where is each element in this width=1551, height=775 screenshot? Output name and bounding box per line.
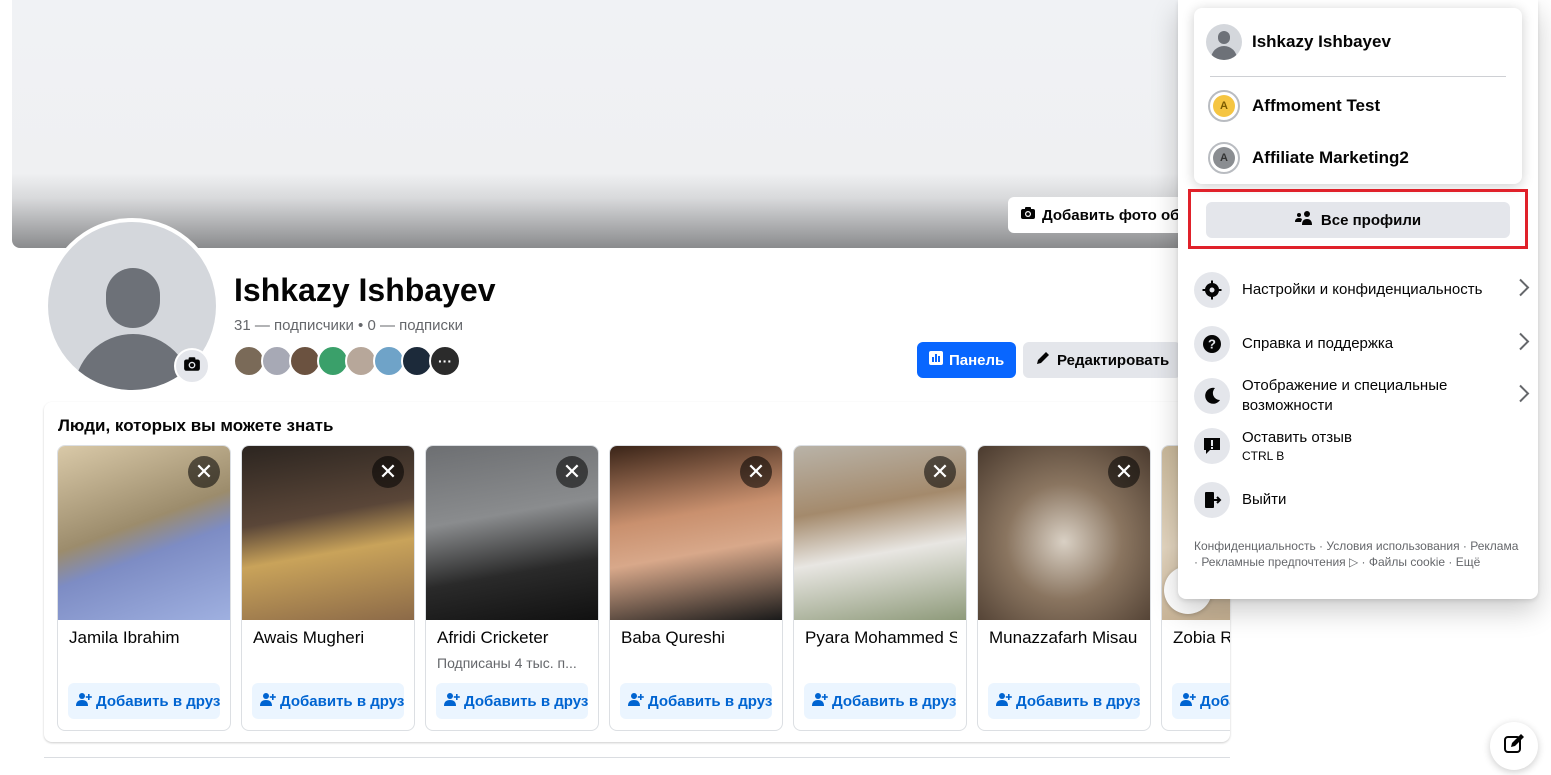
account-name: Affmoment Test xyxy=(1252,96,1381,115)
profile-stats[interactable]: 31 — подписчики • 0 — подписки xyxy=(234,317,463,334)
menu-item-label: Выйти xyxy=(1242,491,1287,508)
menu-item-logout[interactable]: Выйти xyxy=(1194,482,1530,518)
person-name[interactable]: Jamila Ibrahim xyxy=(69,628,221,648)
add-friend-label: Добавить в друз... xyxy=(96,692,220,710)
add-friend-label: Добавить в друз... xyxy=(280,692,404,710)
dashboard-label: Панель xyxy=(949,351,1005,369)
person-name[interactable]: Baba Qureshi xyxy=(621,628,773,648)
new-message-button[interactable] xyxy=(1490,722,1538,770)
edit-profile-button[interactable]: Редактировать xyxy=(1023,342,1182,378)
close-icon[interactable]: ✕ xyxy=(1108,456,1140,488)
add-friend-icon xyxy=(260,691,276,711)
menu-item-label: Оставить отзыв xyxy=(1242,429,1352,446)
add-friend-button[interactable]: Добавить в друз... xyxy=(988,683,1140,719)
close-icon[interactable]: ✕ xyxy=(924,456,956,488)
person-name[interactable]: Pyara Mohammed S xyxy=(805,628,957,648)
account-item-main[interactable]: Ishkazy Ishbayev xyxy=(1206,24,1391,60)
all-profiles-button[interactable]: Все профили xyxy=(1206,202,1510,238)
question-icon: ? xyxy=(1194,326,1230,362)
add-friend-button[interactable]: Добавить в друз... xyxy=(68,683,220,719)
add-friend-icon xyxy=(812,691,828,711)
close-icon[interactable]: ✕ xyxy=(556,456,588,488)
person-card[interactable]: ✕ Munazzafarh Misau Добавить в друз... xyxy=(977,445,1151,731)
menu-item-label: Настройки и конфиденциальность xyxy=(1242,281,1483,298)
menu-item-label: Отображение и специальные возможности xyxy=(1242,377,1448,414)
person-name[interactable]: Afridi Cricketer xyxy=(437,628,589,648)
account-name: Affiliate Marketing2 xyxy=(1252,148,1409,167)
chevron-right-icon xyxy=(1518,384,1530,409)
person-card[interactable]: ✕ Awais Mugheri Добавить в друз... xyxy=(241,445,415,731)
person-card[interactable]: ✕ Baba Qureshi Добавить в друз... xyxy=(609,445,783,731)
page-avatar-icon: A xyxy=(1208,142,1240,174)
footer-links[interactable]: Конфиденциальность · Условия использован… xyxy=(1194,538,1524,570)
chevron-right-icon xyxy=(1518,278,1530,303)
compose-icon xyxy=(1503,733,1525,760)
person-card[interactable]: ✕ Pyara Mohammed S Добавить в друз... xyxy=(793,445,967,731)
pencil-icon xyxy=(1035,350,1051,370)
add-cover-photo-button[interactable]: Добавить фото обл xyxy=(1008,197,1188,233)
menu-item-help[interactable]: ? Справка и поддержка xyxy=(1194,326,1530,362)
menu-item-feedback[interactable]: Оставить отзыв CTRL B xyxy=(1194,428,1530,464)
account-item-affmoment[interactable]: A Affmoment Test xyxy=(1206,90,1380,122)
close-icon[interactable]: ✕ xyxy=(188,456,220,488)
more-friends-icon[interactable]: ··· xyxy=(429,345,461,377)
dashboard-button[interactable]: Панель xyxy=(917,342,1017,378)
gear-icon xyxy=(1194,272,1230,308)
person-card[interactable]: ✕ Afridi Cricketer Подписаны 4 тыс. п...… xyxy=(425,445,599,731)
add-friend-button[interactable]: Добавить в друз... xyxy=(804,683,956,719)
feedback-icon xyxy=(1194,428,1230,464)
person-card[interactable]: ✕ Jamila Ibrahim Добавить в друз... xyxy=(57,445,231,731)
add-friend-button[interactable]: Доба xyxy=(1172,683,1230,719)
divider xyxy=(1210,76,1506,77)
menu-item-display[interactable]: Отображение и специальные возможности xyxy=(1194,376,1530,416)
person-name[interactable]: Munazzafarh Misau xyxy=(989,628,1141,648)
menu-item-label-wrap: Оставить отзыв CTRL B xyxy=(1242,428,1492,464)
add-friend-label: Добавить в друз... xyxy=(1016,692,1140,710)
chevron-right-icon xyxy=(1518,332,1530,357)
person-meta: Подписаны 4 тыс. п... xyxy=(437,655,577,671)
edit-profile-label: Редактировать xyxy=(1057,351,1170,369)
add-friend-button[interactable]: Добавить в друз... xyxy=(620,683,772,719)
people-you-may-know: Люди, которых вы можете знать ✕ Jamila I… xyxy=(44,402,1230,742)
camera-icon xyxy=(183,355,201,378)
add-friend-label: Добавить в друз... xyxy=(464,692,588,710)
all-profiles-label: Все профили xyxy=(1320,211,1422,229)
pymk-title: Люди, которых вы можете знать xyxy=(58,416,334,435)
add-friend-button[interactable]: Добавить в друз... xyxy=(436,683,588,719)
friends-avatars[interactable]: ··· xyxy=(233,345,461,377)
add-friend-label: Добавить в друз... xyxy=(648,692,772,710)
close-icon[interactable]: ✕ xyxy=(372,456,404,488)
add-friend-icon xyxy=(444,691,460,711)
add-cover-photo-label: Добавить фото обл xyxy=(1042,206,1188,224)
account-menu: Ishkazy Ishbayev A Affmoment Test A Affi… xyxy=(1178,0,1538,599)
update-avatar-button[interactable] xyxy=(174,348,210,384)
add-friend-icon xyxy=(76,691,92,711)
accounts-card: Ishkazy Ishbayev A Affmoment Test A Affi… xyxy=(1194,8,1522,184)
avatar xyxy=(1206,24,1242,60)
svg-text:?: ? xyxy=(1208,337,1216,352)
shortcut-hint: CTRL B xyxy=(1242,449,1285,463)
divider xyxy=(44,757,1230,758)
moon-icon xyxy=(1194,378,1230,414)
account-name: Ishkazy Ishbayev xyxy=(1252,32,1391,51)
add-friend-label: Добавить в друз... xyxy=(832,692,956,710)
add-friend-icon xyxy=(996,691,1012,711)
camera-icon xyxy=(1020,205,1036,225)
profile-name: Ishkazy Ishbayev xyxy=(234,272,496,308)
page-avatar-icon: A xyxy=(1208,90,1240,122)
add-friend-icon xyxy=(628,691,644,711)
account-item-affiliate[interactable]: A Affiliate Marketing2 xyxy=(1206,142,1409,174)
add-friend-icon xyxy=(1180,691,1196,711)
switch-profiles-icon xyxy=(1294,210,1313,230)
add-friend-label: Доба xyxy=(1200,692,1230,710)
menu-item-settings[interactable]: Настройки и конфиденциальность xyxy=(1194,272,1530,308)
menu-item-label: Справка и поддержка xyxy=(1242,335,1394,352)
close-icon[interactable]: ✕ xyxy=(740,456,772,488)
bar-chart-icon xyxy=(929,351,943,369)
person-name[interactable]: Awais Mugheri xyxy=(253,628,405,648)
person-name[interactable]: Zobia R xyxy=(1173,628,1230,648)
add-friend-button[interactable]: Добавить в друз... xyxy=(252,683,404,719)
logout-icon xyxy=(1194,482,1230,518)
